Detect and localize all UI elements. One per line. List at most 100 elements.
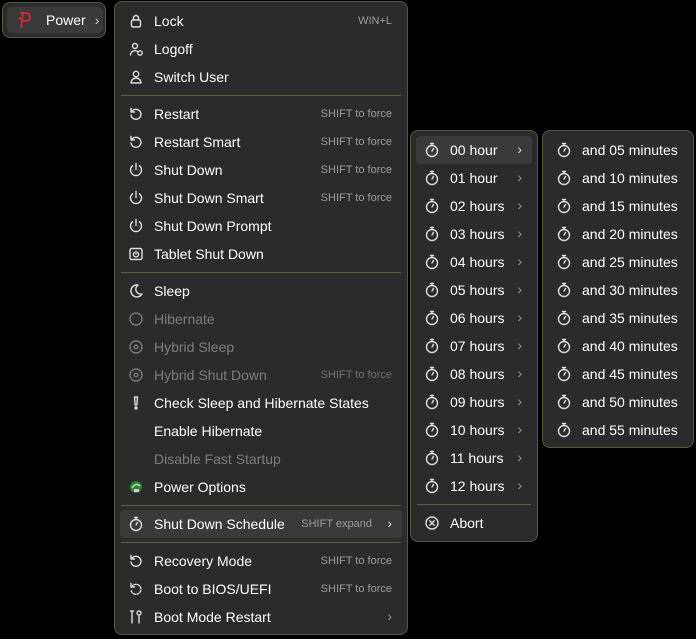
menu-item-boot-mode-restart[interactable]: Boot Mode Restart › — [120, 603, 402, 631]
timer-icon — [556, 282, 572, 298]
separator — [121, 505, 401, 506]
hour-item[interactable]: 07 hours › — [416, 332, 532, 360]
hour-item[interactable]: 03 hours › — [416, 220, 532, 248]
menu-item-enable-hibernate[interactable]: Enable Hibernate — [120, 417, 402, 445]
minute-item[interactable]: and 45 minutes — [548, 360, 688, 388]
menu-item-shut-down-schedule[interactable]: Shut Down Schedule SHIFT expand › — [120, 510, 402, 538]
hour-item[interactable]: 01 hour › — [416, 164, 532, 192]
menu-item-recovery-mode[interactable]: Recovery Mode SHIFT to force — [120, 547, 402, 575]
shortcut-hint: SHIFT to force — [320, 192, 392, 204]
shortcut-hint: WIN+L — [358, 15, 392, 27]
hour-item[interactable]: 00 hour › — [416, 136, 532, 164]
menu-item-hybrid-shut-down[interactable]: Hybrid Shut Down SHIFT to force — [120, 361, 402, 389]
minute-item[interactable]: and 40 minutes — [548, 332, 688, 360]
power-button[interactable]: Power › — [7, 7, 103, 33]
menu-item-label: Enable Hibernate — [154, 423, 263, 439]
minutes-submenu: and 05 minutes and 10 minutes and 15 minut… — [542, 130, 694, 448]
timer-icon — [424, 394, 440, 410]
menu-item-power-options[interactable]: Power Options — [120, 473, 402, 501]
hour-item-label: 04 hours — [450, 254, 505, 270]
chevron-right-icon: › — [517, 253, 522, 269]
chevron-right-icon: › — [517, 309, 522, 325]
menu-item-lock[interactable]: Lock WIN+L — [120, 7, 402, 35]
minute-item[interactable]: and 50 minutes — [548, 388, 688, 416]
menu-item-switch-user[interactable]: Switch User — [120, 63, 402, 91]
minute-item[interactable]: and 35 minutes — [548, 304, 688, 332]
menu-item-hibernate[interactable]: Hibernate — [120, 305, 402, 333]
menu-item-tablet-shut-down[interactable]: Tablet Shut Down — [120, 240, 402, 268]
menu-item-shut-down[interactable]: Shut Down SHIFT to force — [120, 156, 402, 184]
menu-item-label: Shut Down Smart — [154, 190, 264, 206]
menu-item-restart-smart[interactable]: Restart Smart SHIFT to force — [120, 128, 402, 156]
menu-item-check-states[interactable]: Check Sleep and Hibernate States — [120, 389, 402, 417]
timer-icon — [556, 254, 572, 270]
separator — [417, 504, 531, 505]
minute-item[interactable]: and 05 minutes — [548, 136, 688, 164]
menu-item-label: Check Sleep and Hibernate States — [154, 395, 369, 411]
minute-item[interactable]: and 15 minutes — [548, 192, 688, 220]
hours-submenu: 00 hour › 01 hour › 02 hours › 03 hours › 04 hou… — [410, 130, 538, 542]
timer-icon — [556, 338, 572, 354]
timer-icon — [424, 170, 440, 186]
minute-item[interactable]: and 20 minutes — [548, 220, 688, 248]
hour-item[interactable]: 10 hours › — [416, 416, 532, 444]
minute-item-label: and 05 minutes — [582, 142, 678, 158]
hour-item-label: 06 hours — [450, 310, 505, 326]
lock-icon — [128, 13, 144, 29]
hour-item[interactable]: 12 hours › — [416, 472, 532, 500]
menu-item-label: Restart — [154, 106, 200, 122]
abort-label: Abort — [450, 515, 484, 531]
minute-item[interactable]: and 25 minutes — [548, 248, 688, 276]
menu-item-shut-down-prompt[interactable]: Shut Down Prompt — [120, 212, 402, 240]
menu-item-shut-down-smart[interactable]: Shut Down Smart SHIFT to force — [120, 184, 402, 212]
shortcut-hint: SHIFT to force — [320, 369, 392, 381]
chevron-right-icon: › — [517, 449, 522, 465]
menu-item-disable-fast-startup[interactable]: Disable Fast Startup — [120, 445, 402, 473]
minute-item[interactable]: and 30 minutes — [548, 276, 688, 304]
timer-icon — [424, 198, 440, 214]
menu-item-sleep[interactable]: Sleep — [120, 277, 402, 305]
hybrid-shut-down-icon — [128, 367, 144, 383]
menu-item-label: Shut Down Prompt — [154, 218, 272, 234]
chevron-right-icon: › — [517, 225, 522, 241]
timer-icon — [424, 478, 440, 494]
chevron-right-icon: › — [517, 477, 522, 493]
minute-item[interactable]: and 10 minutes — [548, 164, 688, 192]
hour-item[interactable]: 06 hours › — [416, 304, 532, 332]
timer-icon — [424, 450, 440, 466]
timer-icon — [128, 516, 144, 532]
hour-item-label: 08 hours — [450, 366, 505, 382]
minute-item-label: and 50 minutes — [582, 394, 678, 410]
logoff-icon — [128, 41, 144, 57]
hour-item[interactable]: 05 hours › — [416, 276, 532, 304]
timer-icon — [424, 366, 440, 382]
hour-item-label: 02 hours — [450, 198, 505, 214]
menu-item-boot-bios[interactable]: Boot to BIOS/UEFI SHIFT to force — [120, 575, 402, 603]
hour-item[interactable]: 09 hours › — [416, 388, 532, 416]
shortcut-hint: SHIFT expand — [301, 518, 372, 530]
menu-item-logoff[interactable]: Logoff — [120, 35, 402, 63]
menu-item-label: Switch User — [154, 69, 229, 85]
shortcut-hint: SHIFT to force — [320, 108, 392, 120]
hour-item[interactable]: 08 hours › — [416, 360, 532, 388]
hour-item[interactable]: 02 hours › — [416, 192, 532, 220]
menu-item-label: Boot Mode Restart — [154, 609, 271, 625]
chevron-right-icon: › — [517, 393, 522, 409]
timer-icon — [424, 254, 440, 270]
power-icon — [128, 190, 144, 206]
timer-icon — [424, 226, 440, 242]
hour-item[interactable]: 11 hours › — [416, 444, 532, 472]
hour-item-label: 01 hour — [450, 170, 498, 186]
menu-item-hybrid-sleep[interactable]: Hybrid Sleep — [120, 333, 402, 361]
abort-button[interactable]: Abort — [416, 509, 532, 537]
power-button-panel: Power › — [2, 2, 106, 38]
hour-item-label: 00 hour — [450, 142, 498, 158]
timer-icon — [556, 366, 572, 382]
tools-icon — [128, 609, 144, 625]
hour-item-label: 05 hours — [450, 282, 505, 298]
hour-item[interactable]: 04 hours › — [416, 248, 532, 276]
moon-icon — [128, 283, 144, 299]
minute-item[interactable]: and 55 minutes — [548, 416, 688, 444]
menu-item-restart[interactable]: Restart SHIFT to force — [120, 100, 402, 128]
separator — [121, 542, 401, 543]
